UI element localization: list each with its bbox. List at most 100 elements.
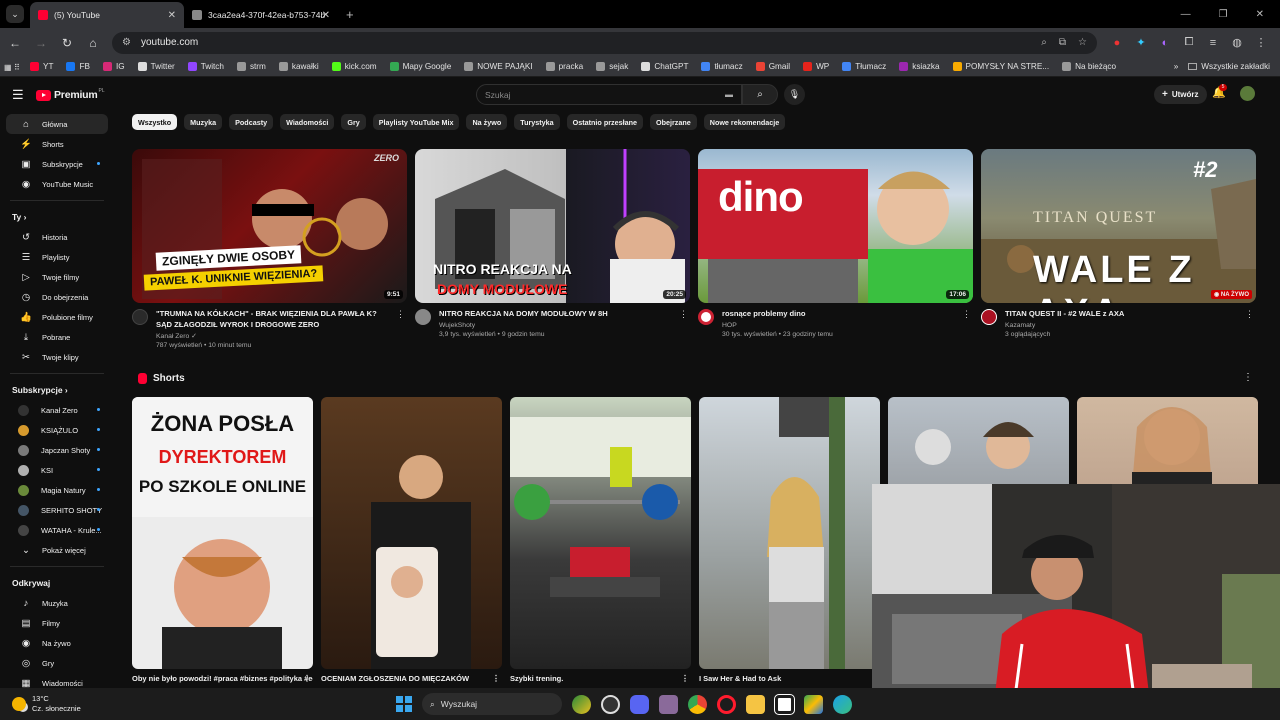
windows-start-icon[interactable] [396,696,412,712]
more-options-icon[interactable]: ⋮ [681,674,689,683]
video-title[interactable]: rosnące problemy dino [722,309,957,320]
sidebar-item[interactable]: ⌂ Główna [6,114,108,134]
app-icon[interactable] [804,694,823,714]
video-thumbnail[interactable]: NITRO REAKCJA NA DOMY MODUŁOWE 20:25 [415,149,690,303]
short-card[interactable]: I Saw Her & Had to Ask⋮ [699,397,880,683]
tab-document[interactable]: 3caa2ea4-370f-42ea-b753-74b ✕ [184,2,338,28]
sidebar-item[interactable]: ✂ Twoje klipy [6,347,108,367]
sidebar-section-heading[interactable]: Subskrypcje › [0,380,114,400]
bookmark-item[interactable]: Twitch [187,62,224,71]
more-options-icon[interactable]: ⋮ [492,674,500,683]
channel-name[interactable]: WujekShoty [439,322,674,329]
bookmark-item[interactable]: Tłumacz [842,62,886,71]
bookmark-item[interactable]: Gmail [755,62,790,71]
bookmark-item[interactable]: ChatGPT [641,62,688,71]
menu-dots-icon[interactable]: ⋮ [1255,36,1267,49]
extension-icon[interactable]: ✦ [1135,36,1147,49]
video-card[interactable]: TITAN QUEST #2 WALE Z AXA ◉ NA ŻYWO TITA… [981,149,1256,349]
channel-avatar[interactable] [981,309,997,325]
maximize-icon[interactable]: ❐ [1219,9,1228,20]
video-thumbnail[interactable]: dino 17:06 [698,149,973,303]
short-card[interactable]: ŻONA POSŁA DYREKTOREM PO SZKOLE ONLINE O… [132,397,313,683]
sidebar-item[interactable]: WATAHA - Krule... [6,520,108,540]
address-bar[interactable]: ⚙ youtube.com ⌕ ⧉ ☆ [112,31,1097,54]
back-icon[interactable]: ← [4,36,26,50]
more-options-icon[interactable]: ⋮ [396,309,405,320]
sidebar-item[interactable]: KSIĄŻULO [6,420,108,440]
bookmark-item[interactable]: Mapy Google [389,62,451,71]
channel-avatar[interactable] [415,309,431,325]
short-thumbnail[interactable]: ŻONA POSŁA DYREKTOREM PO SZKOLE ONLINE [132,397,313,669]
bookmark-item[interactable]: NOWE PAJĄKI [464,62,533,71]
cast-icon[interactable]: ⧉ [1059,37,1066,48]
search-input[interactable]: Szukaj ▬ [476,84,742,105]
sidebar-item[interactable]: Magia Natury [6,480,108,500]
short-title[interactable]: I Saw Her & Had to Ask [699,674,781,683]
site-info-icon[interactable]: ⚙ [122,37,131,48]
more-options-icon[interactable]: ⋮ [303,674,311,683]
discord-icon[interactable] [630,694,649,714]
window-close-icon[interactable]: ✕ [1256,9,1264,20]
filter-chip[interactable]: Obejrzane [649,114,697,130]
sidebar-item[interactable]: ↺ Historia [6,227,108,247]
puzzle-extensions-icon[interactable]: ⧠ [1183,36,1195,49]
bookmark-item[interactable]: IG [102,62,125,71]
bookmark-star-icon[interactable]: ☆ [1078,37,1087,48]
filter-chip[interactable]: Muzyka [184,114,223,130]
more-options-icon[interactable]: ⋮ [679,309,688,320]
short-thumbnail[interactable] [510,397,691,669]
bookmark-item[interactable]: POMYSŁY NA STRE... [952,62,1049,71]
sidebar-item[interactable]: ♪ Muzyka [6,593,108,613]
record-extension-icon[interactable]: ● [1111,37,1123,49]
sidebar-item[interactable]: KSI [6,460,108,480]
all-bookmarks[interactable]: » Wszystkie zakładki [1174,62,1270,71]
bookmark-item[interactable]: Na bieżąco [1062,62,1116,71]
short-card[interactable]: Szybki trening. ⋮ [510,397,691,683]
channel-name[interactable]: Kazamaty [1005,322,1240,329]
filter-chip[interactable]: Wszystko [132,114,178,130]
more-options-icon[interactable]: ⋮ [1245,309,1254,320]
sidebar-item[interactable]: SERHITO SHOTY [6,500,108,520]
video-card[interactable]: NITRO REAKCJA NA DOMY MODUŁOWE 20:25 NIT… [415,149,690,349]
extension-icon[interactable]: ◐ [1159,37,1171,49]
channel-name[interactable]: Kanał Zero [156,333,189,340]
short-thumbnail[interactable] [699,397,880,669]
video-title[interactable]: TITAN QUEST II - #2 WALE z AXA [1005,309,1240,320]
sidebar-section-heading[interactable]: Odkrywaj [0,573,114,593]
zoom-icon[interactable]: ⌕ [1041,37,1047,48]
short-card[interactable]: OCENIAM ZGŁOSZENIA DO MIĘCZAKÓW ⋮ [321,397,502,683]
apps-icon[interactable]: ▦ ⠿ [4,62,20,72]
bookmark-item[interactable]: kick.com [331,62,377,71]
app-icon[interactable] [659,694,678,714]
video-card[interactable]: ZERO ZGINĘŁY DWIE OSOBY PAWEŁ K. UNIKNIE… [132,149,407,349]
video-title[interactable]: "TRUMNA NA KÓŁKACH" - BRAK WIĘZIENIA DLA… [156,309,391,330]
video-thumbnail[interactable]: TITAN QUEST #2 WALE Z AXA ◉ NA ŻYWO [981,149,1256,303]
keyboard-icon[interactable]: ▬ [725,90,733,99]
sidebar-item[interactable]: ◷ Do obejrzenia [6,287,108,307]
short-title[interactable]: Szybki trening. [510,674,563,683]
filter-chip[interactable]: Ostatnio przesłane [566,114,643,130]
bookmark-item[interactable]: YT [30,62,53,71]
bookmark-item[interactable]: ksiazka [899,62,940,71]
create-button[interactable]: + Utwórz [1154,85,1207,104]
reload-icon[interactable]: ↻ [56,36,78,50]
sidebar-section-heading[interactable]: Ty › [0,207,114,227]
sidebar-item[interactable]: Japczan Shoty [6,440,108,460]
close-icon[interactable]: ✕ [168,10,176,21]
video-thumbnail[interactable]: ZERO ZGINĘŁY DWIE OSOBY PAWEŁ K. UNIKNIE… [132,149,407,303]
short-title[interactable]: OCENIAM ZGŁOSZENIA DO MIĘCZAKÓW [321,674,469,683]
sidebar-item[interactable]: ◎ Gry [6,653,108,673]
channel-name[interactable]: HOP [722,322,957,329]
file-explorer-icon[interactable] [746,694,765,714]
video-title[interactable]: NITRO REAKCJA NA DOMY MODUŁOWY W 8H [439,309,674,320]
bookmark-item[interactable]: pracka [545,62,583,71]
forward-icon[interactable]: → [30,36,52,50]
filter-chip[interactable]: Nowe rekomendacje [703,114,786,130]
sidebar-item[interactable]: ◉ YouTube Music [6,174,108,194]
hamburger-menu-icon[interactable]: ☰ [12,87,28,103]
chrome-icon[interactable] [688,694,707,714]
tab-search-button[interactable]: ⌄ [6,5,24,23]
short-title[interactable]: Oby nie było powodzi! #praca #biznes #po… [132,674,313,683]
edge-icon[interactable] [833,694,852,714]
filter-chip[interactable]: Gry [341,114,366,130]
